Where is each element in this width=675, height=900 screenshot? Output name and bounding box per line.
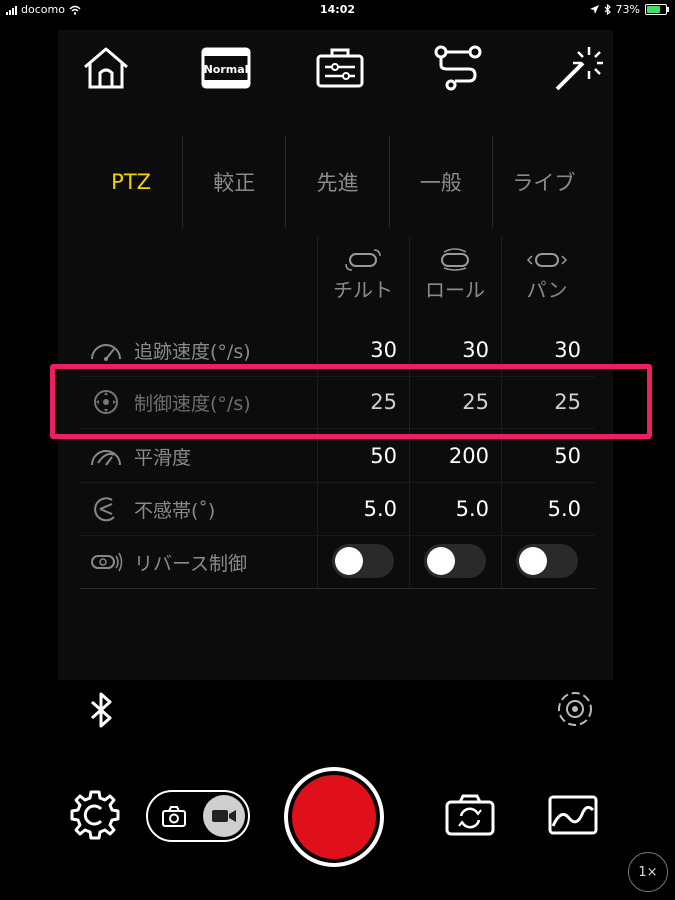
row-deadband: 不感帯(˚) 5.0 5.0 5.0 [80,483,595,536]
record-button[interactable] [284,767,384,867]
video-mode-knob [203,795,245,837]
tab-advanced[interactable]: 先進 [286,136,390,228]
smooth-gauge-icon [91,450,121,466]
axis-header-roll: ロール [409,246,501,303]
camera-flip-icon[interactable] [444,792,496,838]
battery-percent: 73% [615,3,640,16]
reverse-toggle-tilt[interactable] [332,544,394,578]
reverse-toggle-roll[interactable] [424,544,486,578]
row-label: 不感帯(˚) [134,499,216,522]
tilt-value[interactable]: 5.0 [317,483,397,535]
toolbox-icon[interactable] [310,40,370,96]
bluetooth-icon [604,4,611,15]
axis-label-pan: パン [526,278,568,302]
settings-tabs: PTZ 較正 先進 一般 ライブ [80,136,595,228]
toggle-knob [335,547,363,575]
gear-icon[interactable] [68,788,122,842]
highlight-box [50,364,652,439]
tilt-icon [345,249,381,271]
clock: 14:02 [319,3,355,16]
roll-icon [441,248,469,271]
tab-calibration[interactable]: 較正 [183,136,287,228]
axis-header-pan: パン [501,246,593,303]
record-dot [292,775,376,859]
photo-video-switch[interactable] [146,790,250,842]
gimbal-path-icon[interactable] [428,40,488,96]
roll-value[interactable]: 5.0 [409,483,489,535]
pan-value[interactable]: 5.0 [501,483,581,535]
row-label: リバース制御 [134,552,248,575]
zoom-button[interactable]: 1× [628,852,668,892]
location-icon [589,4,599,14]
normal-mode-icon[interactable]: Normal [196,40,256,96]
normal-label: Normal [204,63,249,76]
tab-live[interactable]: ライブ [493,136,595,228]
battery-icon [645,4,669,15]
reverse-icon [91,552,123,572]
status-bar: docomo 14:02 73% [0,0,675,20]
row-label: 追跡速度(°/s) [134,340,251,363]
video-camera-icon [212,810,236,822]
speedometer-icon [91,344,121,361]
reverse-toggle-pan[interactable] [516,544,578,578]
photo-mode-icon [162,806,186,827]
axis-label-tilt: チルト [333,278,393,302]
tab-ptz[interactable]: PTZ [80,136,184,228]
bluetooth-icon[interactable] [84,690,118,730]
magic-wand-icon[interactable] [548,40,608,96]
home-icon[interactable] [76,40,136,96]
gallery-icon[interactable] [547,794,599,836]
deadband-icon [94,497,115,522]
row-reverse-control: リバース制御 [80,536,595,589]
row-label: 平滑度 [134,446,192,469]
toggle-knob [519,547,547,575]
pan-icon [526,253,568,267]
axis-header-tilt: チルト [317,246,409,303]
tab-general[interactable]: 一般 [390,136,493,228]
tracking-target-icon[interactable] [556,690,594,728]
toggle-knob [427,547,455,575]
axis-label-roll: ロール [425,278,485,302]
